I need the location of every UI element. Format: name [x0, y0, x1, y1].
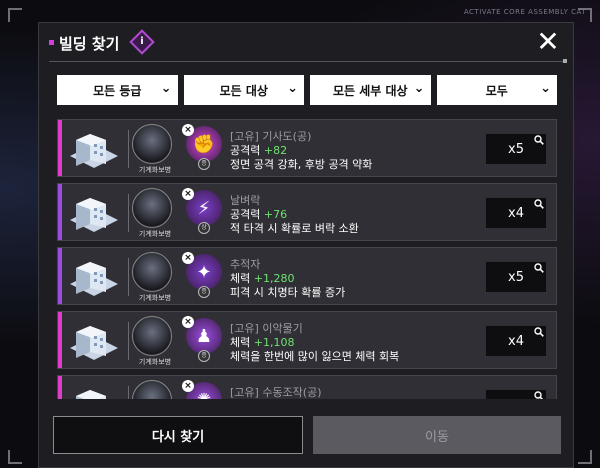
building-icon [66, 126, 122, 172]
exclusive-tag-icon: × [182, 252, 194, 264]
search-icon [534, 135, 544, 145]
building-row[interactable]: 기계화보병 ♟ × 증 [고유] 이악물기 체력 +1,108 체력을 한번에 … [57, 311, 557, 369]
move-button[interactable]: 이동 [313, 416, 561, 454]
character-label: 기계화보병 [138, 230, 172, 238]
skill-glyph: ✺ [196, 390, 211, 400]
chevron-down-icon: ⌄ [287, 81, 298, 96]
dialog-title: 빌딩 찾기 [59, 35, 120, 53]
frame-corner [578, 450, 592, 464]
skill-badge: 증 [198, 158, 210, 170]
building-icon [66, 254, 122, 300]
row-divider [128, 322, 129, 360]
quantity-value: x4 [508, 398, 524, 400]
info-icon[interactable]: i [129, 29, 155, 55]
building-list: 기계화보병 ✊ × 증 [고유] 기사도(공) 공격력 +82 정면 공격 강화… [57, 119, 557, 399]
skill-description: 정면 공격 강화, 후방 공격 약화 [230, 158, 373, 171]
quantity-box[interactable]: x4 [486, 326, 546, 356]
watermark-text: ACTIVATE CORE ASSEMBLY CAT [463, 8, 586, 16]
rarity-accent [58, 184, 62, 240]
filter-label: 모든 등급 [93, 83, 142, 98]
rarity-accent [58, 312, 62, 368]
rarity-accent [58, 376, 62, 399]
dialog-header: 빌딩 찾기 i ✕ [39, 23, 573, 67]
building-icon [66, 318, 122, 364]
filter-target-dropdown[interactable]: 모든 대상 ⌄ [183, 75, 304, 105]
search-icon [534, 391, 544, 399]
quantity-value: x5 [508, 141, 524, 157]
rarity-accent [58, 248, 62, 304]
exclusive-tag-icon: × [182, 380, 194, 392]
skill-badge: 증 [198, 350, 210, 362]
row-divider [128, 386, 129, 399]
row-divider [128, 258, 129, 296]
filter-label: 모든 세부 대상 [332, 83, 408, 98]
building-row[interactable]: 기계화보병 ⚡ × 상 날벼락 공격력 +76 적 타격 시 확률로 벼락 소환… [57, 183, 557, 241]
character-label: 기계화보병 [138, 358, 172, 366]
info-icon-glyph: i [140, 36, 144, 47]
quantity-box[interactable]: x4 [486, 198, 546, 228]
skill-glyph: ✦ [196, 261, 212, 283]
skill-badge: 증 [198, 286, 210, 298]
character-portrait [132, 380, 172, 399]
filter-all-dropdown[interactable]: 모두 ⌄ [436, 75, 557, 105]
filter-label: 모든 대상 [219, 83, 268, 98]
building-row[interactable]: 기계화보병 ✊ × 증 [고유] 기사도(공) 공격력 +82 정면 공격 강화… [57, 119, 557, 177]
chevron-down-icon: ⌄ [540, 81, 551, 96]
quantity-value: x4 [508, 205, 524, 221]
search-icon [534, 263, 544, 273]
chevron-down-icon: ⌄ [160, 81, 172, 96]
character-portrait [132, 252, 172, 292]
skill-glyph: ✊ [192, 133, 216, 155]
character-label: 기계화보병 [138, 294, 172, 302]
exclusive-tag-icon: × [182, 188, 194, 200]
quantity-box[interactable]: x5 [486, 134, 546, 164]
character-portrait [132, 188, 172, 228]
building-icon [66, 382, 122, 399]
character-portrait [132, 316, 172, 356]
chevron-down-icon: ⌄ [413, 81, 425, 96]
frame-corner [8, 450, 22, 464]
title-marker [49, 40, 54, 45]
search-icon [534, 199, 544, 209]
filter-bar: 모든 등급 ⌄ 모든 대상 ⌄ 모든 세부 대상 ⌄ 모두 ⌄ [57, 75, 557, 107]
quantity-box[interactable]: x5 [486, 262, 546, 292]
title-divider [49, 59, 567, 63]
skill-name: [고유] 수동조작(공) [230, 386, 322, 399]
building-row[interactable]: 기계화보병 ✺ × 증 [고유] 수동조작(공) 공격력 +46 x4 [57, 375, 557, 399]
skill-glyph: ♟ [195, 325, 213, 347]
dialog-footer: 다시 찾기 이동 [53, 416, 561, 456]
close-button[interactable]: ✕ [535, 28, 561, 56]
row-divider [128, 130, 129, 168]
character-label: 기계화보병 [138, 166, 172, 174]
character-portrait [132, 124, 172, 164]
building-row[interactable]: 기계화보병 ✦ × 증 추적자 체력 +1,280 피격 시 치명타 확률 증가… [57, 247, 557, 305]
row-divider [128, 194, 129, 232]
frame-corner [8, 8, 22, 22]
skill-description: 적 타격 시 확률로 벼락 소환 [230, 222, 359, 235]
building-icon [66, 190, 122, 236]
stat-line: 공격력 +46 [230, 398, 287, 399]
filter-subtarget-dropdown[interactable]: 모든 세부 대상 ⌄ [310, 75, 431, 105]
exclusive-tag-icon: × [182, 124, 194, 136]
search-icon [534, 327, 544, 337]
quantity-value: x4 [508, 333, 524, 349]
rarity-accent [58, 120, 62, 176]
skill-badge: 상 [198, 222, 210, 234]
filter-label: 모두 [485, 83, 508, 98]
filter-grade-dropdown[interactable]: 모든 등급 ⌄ [57, 75, 178, 105]
building-search-dialog: 빌딩 찾기 i ✕ 모든 등급 ⌄ 모든 대상 ⌄ 모든 세부 대상 ⌄ 모두 … [38, 22, 574, 468]
exclusive-tag-icon: × [182, 316, 194, 328]
quantity-box[interactable]: x4 [486, 390, 546, 399]
quantity-value: x5 [508, 269, 524, 285]
skill-description: 피격 시 치명타 확률 증가 [230, 286, 346, 299]
search-again-button[interactable]: 다시 찾기 [53, 416, 303, 454]
skill-glyph: ⚡ [197, 197, 211, 219]
skill-description: 체력을 한번에 많이 잃으면 체력 회복 [230, 350, 400, 363]
